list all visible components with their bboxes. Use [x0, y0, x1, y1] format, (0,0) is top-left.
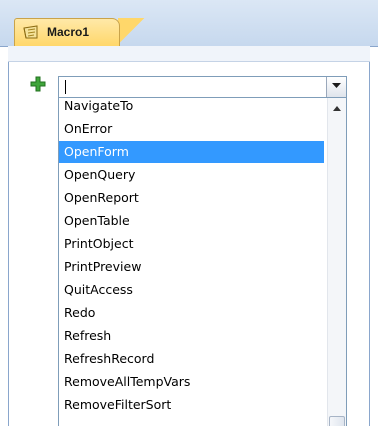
- dropdown-item-onerror[interactable]: OnError: [59, 118, 324, 140]
- dropdown-scrollbar[interactable]: [327, 98, 346, 426]
- plus-icon[interactable]: [30, 76, 46, 92]
- panel-header: [8, 46, 370, 62]
- dropdown-item-refreshrecord[interactable]: RefreshRecord: [59, 348, 324, 370]
- dropdown-button[interactable]: [326, 77, 346, 97]
- dropdown-item-redo[interactable]: Redo: [59, 302, 324, 324]
- dropdown-item-refresh[interactable]: Refresh: [59, 325, 324, 347]
- dropdown-item-openquery[interactable]: OpenQuery: [59, 164, 324, 186]
- dropdown-item-quitaccess[interactable]: QuitAccess: [59, 279, 324, 301]
- tab-edge: [118, 18, 148, 46]
- dropdown-item-openform[interactable]: OpenForm: [59, 141, 324, 163]
- text-cursor: [65, 80, 66, 94]
- tab-macro1[interactable]: Macro1: [14, 18, 120, 46]
- add-action-combobox[interactable]: [58, 76, 347, 98]
- scroll-thumb[interactable]: [329, 416, 345, 426]
- chevron-up-icon: [333, 106, 341, 111]
- tab-label: Macro1: [47, 25, 90, 39]
- dropdown-item-printpreview[interactable]: PrintPreview: [59, 256, 324, 278]
- dropdown-item-removefiltersort[interactable]: RemoveFilterSort: [59, 394, 324, 416]
- macro-icon: [22, 24, 40, 40]
- dropdown-item-navigateto[interactable]: NavigateTo: [59, 98, 324, 117]
- dropdown-item-printobject[interactable]: PrintObject: [59, 233, 324, 255]
- dropdown-item-removealltempvars[interactable]: RemoveAllTempVars: [59, 371, 324, 393]
- action-dropdown-list[interactable]: NavigateTo OnError OpenForm OpenQuery OpenRe…: [58, 98, 347, 426]
- chevron-down-icon: [332, 83, 341, 88]
- dropdown-item-openreport[interactable]: OpenReport: [59, 187, 324, 209]
- dropdown-item-opentable[interactable]: OpenTable: [59, 210, 324, 232]
